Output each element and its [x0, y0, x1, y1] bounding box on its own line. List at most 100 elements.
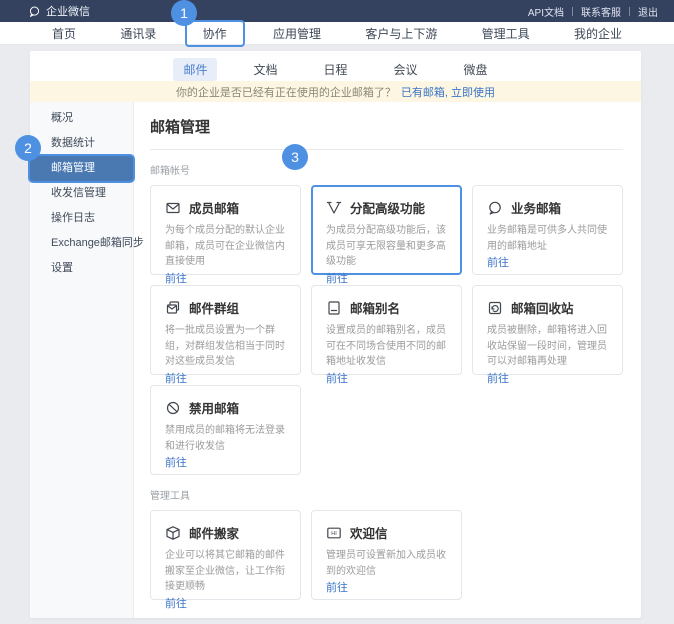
- sidebar-item-statistics[interactable]: 数据统计: [30, 131, 133, 156]
- go-link[interactable]: 前往: [326, 370, 447, 386]
- card-desc: 为每个成员分配的默认企业邮箱，成员可在企业微信内直接使用: [165, 223, 286, 270]
- card-head: 禁用邮箱: [165, 398, 286, 417]
- vip-icon: [326, 200, 342, 216]
- main-content: 邮箱管理 邮箱帐号 成员邮箱 为每个成员分配的默认企业邮箱，成员可在企业微信内直…: [134, 102, 641, 618]
- logout-link[interactable]: 退出: [638, 4, 658, 19]
- go-link[interactable]: 前往: [487, 254, 608, 270]
- card-mailbox-alias[interactable]: 邮箱别名 设置成员的邮箱别名，成员可在不同场合使用不同的邮箱地址收发信 前往: [311, 285, 462, 375]
- go-link[interactable]: 前往: [165, 454, 286, 470]
- go-link[interactable]: 前往: [165, 270, 286, 286]
- tab-meeting[interactable]: 会议: [384, 58, 428, 81]
- ban-icon: [165, 400, 181, 416]
- card-desc: 企业可以将其它邮箱的邮件搬家至企业微信，让工作衔接更顺畅: [165, 548, 286, 595]
- go-link[interactable]: 前往: [165, 370, 286, 386]
- mail-group-icon: [165, 300, 181, 316]
- nav-item-contacts[interactable]: 通讯录: [120, 25, 156, 42]
- section-label-tools: 管理工具: [150, 487, 623, 502]
- contact-support-link[interactable]: 联系客服: [581, 4, 621, 19]
- nav-item-customers[interactable]: 客户与上下游: [365, 25, 437, 42]
- card-head: 邮件搬家: [165, 523, 286, 542]
- tab-docs[interactable]: 文档: [243, 58, 287, 81]
- notice-text: 你的企业是否已经有正在使用的企业邮箱了？: [176, 84, 396, 100]
- card-title: 邮箱回收站: [511, 298, 574, 317]
- page-title: 邮箱管理: [150, 116, 623, 137]
- recycle-icon: [487, 300, 503, 316]
- card-head: 邮件群组: [165, 298, 286, 317]
- card-desc: 禁用成员的邮箱将无法登录和进行收发信: [165, 423, 286, 454]
- sidebar-item-send-receive[interactable]: 收发信管理: [30, 181, 133, 206]
- card-title: 邮件搬家: [189, 523, 239, 542]
- go-link[interactable]: 前往: [326, 579, 447, 595]
- card-title: 欢迎信: [350, 523, 388, 542]
- card-welcome-letter[interactable]: HI 欢迎信 管理员可设置新加入成员收到的欢迎信 前往: [311, 510, 462, 600]
- card-title: 成员邮箱: [189, 198, 239, 217]
- tab-mail[interactable]: 邮件: [173, 58, 217, 81]
- card-title: 业务邮箱: [511, 198, 561, 217]
- card-mailbox-recycle-bin[interactable]: 邮箱回收站 成员被删除，邮箱将进入回收站保留一段时间，管理员可以对邮箱再处理 前…: [472, 285, 623, 375]
- card-head: 邮箱回收站: [487, 298, 608, 317]
- annotation-step-2-badge: 2: [15, 135, 41, 161]
- separator: [629, 7, 630, 16]
- panel-body: 概况 数据统计 邮箱管理 收发信管理 操作日志 Exchange邮箱同步 设置 …: [30, 102, 641, 618]
- card-head: HI 欢迎信: [326, 523, 447, 542]
- nav-item-my-company[interactable]: 我的企业: [574, 25, 622, 42]
- package-icon: [165, 525, 181, 541]
- sidebar-item-exchange-sync[interactable]: Exchange邮箱同步: [30, 231, 133, 256]
- card-title: 分配高级功能: [350, 198, 425, 217]
- card-title: 禁用邮箱: [189, 398, 239, 417]
- content-panel: 邮件 文档 日程 会议 微盘 你的企业是否已经有正在使用的企业邮箱了？ 已有邮箱…: [30, 51, 641, 618]
- card-assign-premium-features[interactable]: 分配高级功能 为成员分配高级功能后，该成员可享无限容量和更多高级功能 前往: [311, 185, 462, 275]
- wechat-work-logo-icon: [28, 5, 41, 18]
- nav-item-collaboration[interactable]: 协作: [185, 20, 245, 47]
- card-disable-mailbox[interactable]: 禁用邮箱 禁用成员的邮箱将无法登录和进行收发信 前往: [150, 385, 301, 475]
- annotation-step-3-badge: 3: [282, 144, 308, 170]
- module-tabs: 邮件 文档 日程 会议 微盘: [30, 51, 641, 81]
- divider: [150, 149, 623, 150]
- nav-item-app-management[interactable]: 应用管理: [273, 25, 321, 42]
- card-head: 业务邮箱: [487, 198, 608, 217]
- go-link[interactable]: 前往: [165, 595, 286, 611]
- welcome-letter-icon: HI: [326, 525, 342, 541]
- card-desc: 为成员分配高级功能后，该成员可享无限容量和更多高级功能: [326, 223, 447, 270]
- envelope-icon: [165, 200, 181, 216]
- tab-calendar[interactable]: 日程: [313, 58, 357, 81]
- accounts-card-grid: 成员邮箱 为每个成员分配的默认企业邮箱，成员可在企业微信内直接使用 前往 分配高…: [150, 185, 623, 475]
- tab-drive[interactable]: 微盘: [454, 58, 498, 81]
- card-business-mailbox[interactable]: 业务邮箱 业务邮箱是可供多人共同使用的邮箱地址 前往: [472, 185, 623, 275]
- card-member-mailbox[interactable]: 成员邮箱 为每个成员分配的默认企业邮箱，成员可在企业微信内直接使用 前往: [150, 185, 301, 275]
- card-head: 分配高级功能: [326, 198, 447, 217]
- topbar-links: API文档 联系客服 退出: [528, 4, 658, 19]
- nav-item-home[interactable]: 首页: [52, 25, 76, 42]
- brand: 企业微信: [28, 3, 90, 19]
- sidebar-item-overview[interactable]: 概况: [30, 106, 133, 131]
- card-title: 邮件群组: [189, 298, 239, 317]
- card-desc: 设置成员的邮箱别名，成员可在不同场合使用不同的邮箱地址收发信: [326, 323, 447, 370]
- nav-item-admin-tools[interactable]: 管理工具: [482, 25, 530, 42]
- annotation-step-1-badge: 1: [171, 0, 197, 26]
- alias-icon: [326, 300, 342, 316]
- go-link[interactable]: 前往: [326, 270, 447, 286]
- separator: [572, 7, 573, 16]
- card-mail-group[interactable]: 邮件群组 将一批成员设置为一个群组，对群组发信相当于同时对这些成员发信 前往: [150, 285, 301, 375]
- card-desc: 管理员可设置新加入成员收到的欢迎信: [326, 548, 447, 579]
- sidebar: 概况 数据统计 邮箱管理 收发信管理 操作日志 Exchange邮箱同步 设置: [30, 102, 134, 618]
- sidebar-item-settings[interactable]: 设置: [30, 256, 133, 281]
- sidebar-item-operation-log[interactable]: 操作日志: [30, 206, 133, 231]
- go-link[interactable]: 前往: [487, 370, 608, 386]
- card-desc: 将一批成员设置为一个群组，对群组发信相当于同时对这些成员发信: [165, 323, 286, 370]
- card-head: 邮箱别名: [326, 298, 447, 317]
- card-mail-migration[interactable]: 邮件搬家 企业可以将其它邮箱的邮件搬家至企业微信，让工作衔接更顺畅 前往: [150, 510, 301, 600]
- chat-bubble-icon: [487, 200, 503, 216]
- tools-card-grid: 邮件搬家 企业可以将其它邮箱的邮件搬家至企业微信，让工作衔接更顺畅 前往 HI …: [150, 510, 623, 600]
- sidebar-item-mailbox-management[interactable]: 邮箱管理: [30, 156, 133, 181]
- page: 企业微信 API文档 联系客服 退出 首页 通讯录 协作 应用管理 客户与上下游…: [0, 0, 674, 624]
- card-title: 邮箱别名: [350, 298, 400, 317]
- section-label-accounts: 邮箱帐号: [150, 162, 623, 177]
- card-desc: 业务邮箱是可供多人共同使用的邮箱地址: [487, 223, 608, 254]
- topbar: 企业微信 API文档 联系客服 退出: [0, 0, 674, 22]
- main-nav: 首页 通讯录 协作 应用管理 客户与上下游 管理工具 我的企业: [0, 22, 674, 45]
- notice-banner: 你的企业是否已经有正在使用的企业邮箱了？ 已有邮箱, 立即使用: [30, 81, 641, 102]
- api-docs-link[interactable]: API文档: [528, 4, 564, 19]
- card-head: 成员邮箱: [165, 198, 286, 217]
- notice-link[interactable]: 已有邮箱, 立即使用: [401, 84, 495, 100]
